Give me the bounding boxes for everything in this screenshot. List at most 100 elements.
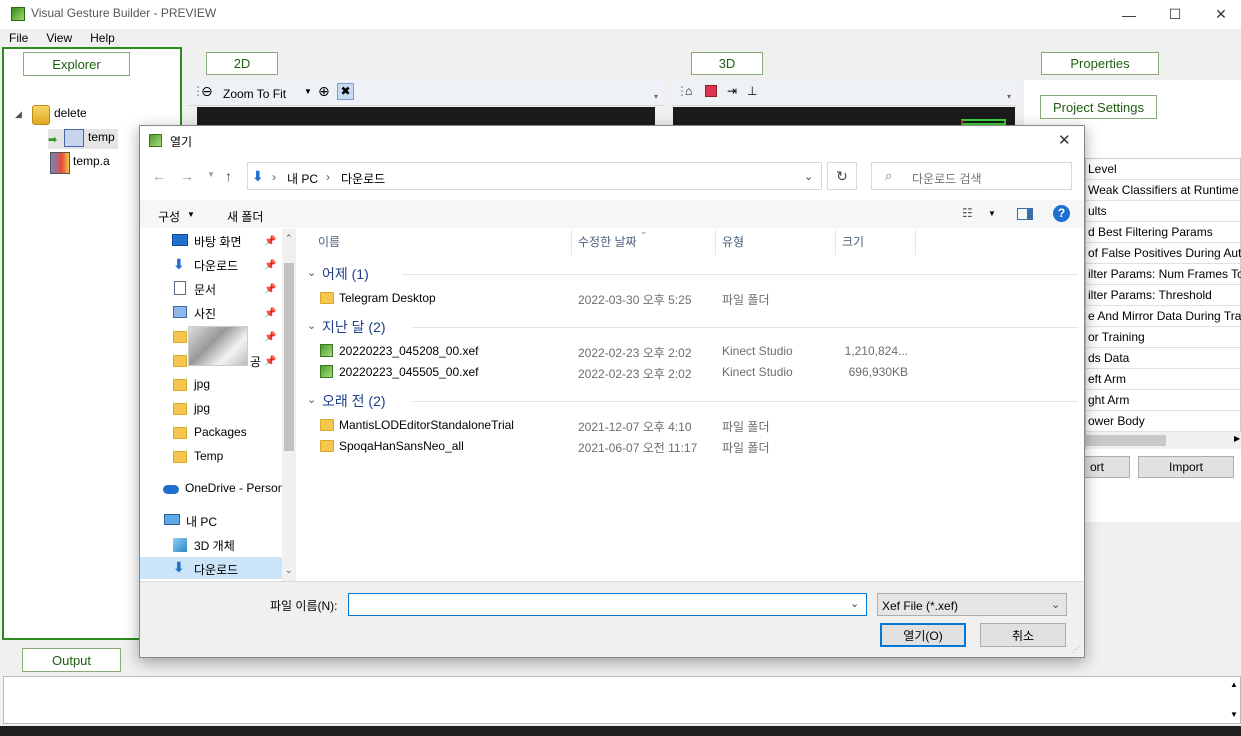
pin-icon[interactable]: 📌 (264, 308, 276, 319)
forward-icon[interactable]: → (180, 168, 194, 184)
filter-dropdown-icon[interactable]: ⌄ (1051, 598, 1060, 611)
back-icon[interactable]: ← (152, 168, 166, 184)
search-box[interactable]: ⌕ 다운로드 검색 (871, 162, 1072, 190)
address-dropdown-icon[interactable]: ⌄ (804, 170, 813, 183)
scrollbar-thumb[interactable] (1086, 435, 1166, 446)
pin-icon[interactable]: 📌 (264, 284, 276, 295)
toolbar-overflow-icon[interactable]: ▾ (1007, 92, 1011, 101)
tab-2d[interactable]: 2D (206, 52, 278, 75)
tab-properties[interactable]: Properties (1041, 52, 1159, 75)
scroll-down-icon[interactable]: ▼ (1230, 710, 1238, 719)
column-type[interactable]: 유형 (722, 233, 744, 250)
property-row[interactable]: eft Arm (1086, 369, 1241, 390)
property-row[interactable]: d Best Filtering Params (1086, 222, 1241, 243)
nav-folder-jpg-2[interactable]: jpg (194, 401, 210, 415)
recent-dropdown-icon[interactable]: ▼ (207, 170, 215, 179)
column-size[interactable]: 크기 (842, 233, 864, 250)
close-button[interactable]: ✕ (1198, 0, 1241, 29)
scroll-right-icon[interactable]: ▶ (1234, 434, 1240, 443)
property-row[interactable]: ght Arm (1086, 390, 1241, 411)
toolbar-overflow-icon[interactable]: ▾ (654, 92, 658, 101)
group-collapse-icon[interactable]: ⌄ (307, 393, 316, 406)
resize-grip-icon[interactable]: ⋰ (1072, 645, 1080, 654)
breadcrumb-downloads[interactable]: 다운로드 (341, 170, 385, 187)
camera-icon[interactable] (705, 85, 717, 97)
nav-folder-jpg[interactable]: jpg (194, 377, 210, 391)
property-row[interactable]: e And Mirror Data During Trai (1086, 306, 1241, 327)
pin-icon[interactable]: 📌 (264, 260, 276, 271)
nav-downloads[interactable]: 다운로드 (194, 561, 238, 578)
column-name[interactable]: 이름 (318, 233, 340, 250)
file-name[interactable]: MantisLODEditorStandaloneTrial (339, 418, 514, 432)
tab-explorer[interactable]: Explorer (23, 52, 130, 76)
file-type-filter[interactable]: Xef File (*.xef) ⌄ (877, 593, 1067, 616)
organize-dropdown-icon[interactable]: ▼ (187, 210, 195, 219)
pin-icon[interactable]: 📌 (264, 332, 276, 343)
project-settings-button[interactable]: Project Settings (1040, 95, 1157, 119)
scroll-up-icon[interactable]: ▲ (1230, 680, 1238, 689)
property-row[interactable]: of False Positives During Auto (1086, 243, 1241, 264)
organize-button[interactable]: 구성 (158, 208, 180, 225)
property-row[interactable]: ilter Params: Num Frames To (1086, 264, 1241, 285)
nav-folder-gong[interactable]: 공 (250, 353, 261, 370)
property-row[interactable]: or Training (1086, 327, 1241, 348)
group-collapse-icon[interactable]: ⌄ (307, 319, 316, 332)
import-button[interactable]: Import (1138, 456, 1234, 478)
view-options-icon[interactable]: ☷ (962, 206, 973, 220)
address-bar[interactable]: ⬇ › 내 PC › 다운로드 ⌄ (247, 162, 822, 190)
filename-dropdown-icon[interactable]: ⌄ (850, 597, 859, 610)
nav-onedrive[interactable]: OneDrive - Person (185, 481, 282, 495)
property-row[interactable]: Weak Classifiers at Runtime (1086, 180, 1241, 201)
column-date[interactable]: 수정한 날짜 (578, 233, 637, 250)
preview-pane-icon[interactable] (1017, 208, 1033, 220)
menu-file[interactable]: File (0, 29, 37, 47)
open-button[interactable]: 열기(O) (880, 623, 966, 647)
horizontal-scrollbar[interactable]: ▶ (1086, 432, 1241, 449)
home-view-icon[interactable]: ⌂ (685, 84, 692, 98)
help-icon[interactable]: ? (1053, 205, 1070, 222)
property-row[interactable]: Level (1086, 159, 1241, 180)
menu-help[interactable]: Help (81, 29, 124, 47)
nav-pictures[interactable]: 사진 (194, 305, 216, 322)
group-collapse-icon[interactable]: ⌄ (307, 266, 316, 279)
zoom-dropdown-icon[interactable]: ▼ (304, 87, 312, 96)
breadcrumb-this-pc[interactable]: 내 PC (287, 170, 318, 187)
file-name[interactable]: Telegram Desktop (339, 291, 436, 305)
file-name[interactable]: SpoqaHanSansNeo_all (339, 439, 464, 453)
nav-this-pc[interactable]: 내 PC (186, 513, 217, 530)
tree-item-temp[interactable]: temp (88, 130, 115, 144)
property-row[interactable]: ilter Params: Threshold (1086, 285, 1241, 306)
fit-icon[interactable]: ✖ (337, 83, 354, 100)
property-row[interactable]: ds Data (1086, 348, 1241, 369)
up-icon[interactable]: ↑ (225, 168, 232, 184)
scrollbar-thumb[interactable] (284, 263, 294, 451)
nav-3d-objects[interactable]: 3D 개체 (194, 537, 235, 554)
pin-icon[interactable]: 📌 (264, 236, 276, 247)
property-row[interactable]: ults (1086, 201, 1241, 222)
scroll-down-icon[interactable]: ⌄ (285, 565, 293, 576)
view-side-icon[interactable]: ⇥ (727, 84, 737, 98)
nav-downloads-quick[interactable]: 다운로드 (194, 257, 238, 274)
group-header-last-month[interactable]: 지난 달 (2) (322, 317, 386, 337)
nav-folder-temp[interactable]: Temp (194, 449, 223, 463)
pin-icon[interactable]: 📌 (264, 356, 276, 367)
zoom-in-icon[interactable]: ⊕ (318, 83, 330, 100)
view-floor-icon[interactable]: ⊥ (747, 84, 757, 98)
nav-documents[interactable]: 문서 (194, 281, 216, 298)
maximize-button[interactable]: ☐ (1152, 0, 1198, 29)
cancel-button[interactable]: 취소 (980, 623, 1066, 647)
new-folder-button[interactable]: 새 폴더 (227, 208, 263, 225)
file-name[interactable]: 20220223_045208_00.xef (339, 344, 478, 358)
property-row[interactable]: ower Body (1086, 411, 1241, 432)
nav-folder-packages[interactable]: Packages (194, 425, 247, 439)
view-dropdown-icon[interactable]: ▼ (988, 209, 996, 218)
file-name[interactable]: 20220223_045505_00.xef (339, 365, 478, 379)
tree-item-temp-a[interactable]: temp.a (73, 154, 110, 168)
minimize-button[interactable]: — (1106, 0, 1152, 29)
dialog-close-icon[interactable]: ✕ (1058, 131, 1071, 149)
nav-scrollbar[interactable]: ⌃ ⌄ (282, 229, 296, 581)
scroll-up-icon[interactable]: ⌃ (285, 233, 293, 244)
filename-input[interactable] (348, 593, 867, 616)
group-header-long-ago[interactable]: 오래 전 (2) (322, 391, 386, 411)
tab-3d[interactable]: 3D (691, 52, 763, 75)
